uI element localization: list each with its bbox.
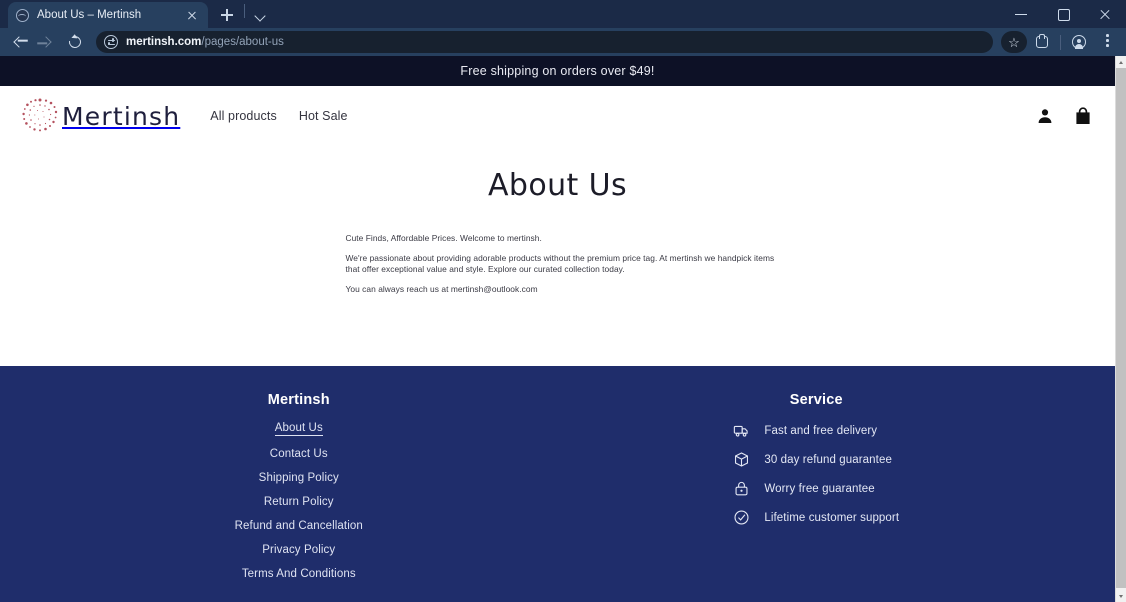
address-bar[interactable]: mertinsh.com/pages/about-us	[96, 31, 993, 53]
url-domain: mertinsh.com	[126, 36, 202, 48]
back-arrow-icon	[13, 36, 25, 48]
footer-link-refund-and-cancellation[interactable]: Refund and Cancellation	[235, 520, 363, 532]
footer-link-terms-and-conditions[interactable]: Terms And Conditions	[242, 568, 356, 580]
reload-icon	[66, 33, 84, 51]
service-label: Worry free guarantee	[764, 482, 875, 495]
scrollbar-thumb[interactable]	[1116, 68, 1126, 588]
about-body: Cute Finds, Affordable Prices. Welcome t…	[338, 233, 778, 295]
logo-text: Mertinsh	[62, 101, 181, 131]
forward-button[interactable]	[34, 29, 60, 55]
footer-brand-column: Mertinsh About Us Contact Us Shipping Po…	[40, 392, 558, 592]
package-icon	[733, 451, 750, 468]
nav-item-hot-sale[interactable]: Hot Sale	[299, 109, 348, 123]
truck-icon	[733, 422, 750, 439]
chevron-down-icon	[254, 10, 266, 22]
paragraph-intro: Cute Finds, Affordable Prices. Welcome t…	[345, 233, 542, 243]
footer-column-title: Mertinsh	[267, 392, 330, 408]
paragraph-mission: We're passionate about providing adorabl…	[345, 252, 775, 275]
lock-icon	[733, 480, 750, 497]
footer-column-title: Service	[789, 392, 843, 408]
service-item: Fast and free delivery	[733, 422, 899, 439]
header-icons	[1035, 106, 1093, 126]
reload-button[interactable]	[62, 29, 88, 55]
star-icon: ☆	[1008, 34, 1020, 50]
minimize-button[interactable]	[1000, 0, 1042, 28]
url-text: mertinsh.com/pages/about-us	[126, 36, 284, 48]
service-label: Lifetime customer support	[764, 511, 900, 524]
announcement-text: Free shipping on orders over $49!	[460, 64, 655, 78]
back-button[interactable]	[6, 29, 32, 55]
page-viewport: Free shipping on orders over $49! Mertin…	[0, 56, 1126, 602]
check-circle-icon	[733, 509, 750, 526]
globe-icon	[16, 8, 29, 22]
announcement-bar: Free shipping on orders over $49!	[0, 56, 1115, 86]
shopping-bag-icon[interactable]	[1073, 106, 1093, 126]
browser-menu-button[interactable]	[1094, 29, 1120, 55]
service-list: Fast and free delivery 30 day refund gua…	[733, 422, 899, 526]
footer-link-privacy-policy[interactable]: Privacy Policy	[262, 544, 335, 556]
footer-link-about-us[interactable]: About Us	[274, 422, 323, 436]
profile-button[interactable]	[1066, 29, 1092, 55]
footer-link-return-policy[interactable]: Return Policy	[264, 496, 334, 508]
page-title: About Us	[487, 168, 628, 203]
tab-strip: About Us – Mertinsh	[0, 0, 1126, 28]
main-navigation: All products Hot Sale	[210, 109, 347, 123]
main-content: About Us Cute Finds, Affordable Prices. …	[0, 146, 1115, 366]
tab-search-button[interactable]	[249, 2, 273, 28]
extensions-icon	[1036, 33, 1048, 48]
extensions-button[interactable]	[1029, 29, 1055, 55]
service-label: Fast and free delivery	[764, 424, 878, 437]
service-item: Worry free guarantee	[733, 480, 899, 497]
url-path: /pages/about-us	[201, 36, 284, 48]
paragraph-contact: You can always reach us at mertinsh@outl…	[345, 283, 538, 294]
profile-avatar-icon	[1072, 35, 1086, 49]
three-dot-menu-icon	[1106, 34, 1109, 50]
page-scrollbar[interactable]	[1115, 56, 1126, 602]
nav-item-all-products[interactable]: All products	[210, 109, 277, 123]
divider	[244, 4, 245, 18]
footer-link-shipping-policy[interactable]: Shipping Policy	[259, 472, 339, 484]
person-icon[interactable]	[1035, 106, 1055, 126]
browser-toolbar: mertinsh.com/pages/about-us ☆	[0, 28, 1126, 56]
close-icon[interactable]	[184, 7, 200, 23]
service-item: 30 day refund guarantee	[733, 451, 899, 468]
scroll-down-button[interactable]	[1116, 591, 1126, 602]
window-controls	[1000, 0, 1126, 28]
divider	[1060, 34, 1061, 50]
maximize-button[interactable]	[1042, 0, 1084, 28]
forward-arrow-icon	[40, 36, 52, 48]
browser-window: About Us – Mertinsh mertinsh.com/pages/a…	[0, 0, 1126, 602]
footer-link-contact-us[interactable]: Contact Us	[270, 448, 328, 460]
new-tab-button[interactable]	[214, 2, 240, 28]
logo-starburst-icon	[18, 94, 62, 138]
site-logo[interactable]: Mertinsh	[18, 94, 180, 138]
site-header: Mertinsh All products Hot Sale	[0, 86, 1115, 146]
footer-columns: Mertinsh About Us Contact Us Shipping Po…	[0, 392, 1115, 592]
window-close-button[interactable]	[1084, 0, 1126, 28]
tab-title: About Us – Mertinsh	[37, 9, 142, 21]
service-item: Lifetime customer support	[733, 509, 899, 526]
site-settings-icon[interactable]	[104, 35, 118, 49]
scroll-up-button[interactable]	[1116, 56, 1126, 67]
web-page: Free shipping on orders over $49! Mertin…	[0, 56, 1115, 602]
browser-tab[interactable]: About Us – Mertinsh	[8, 2, 208, 28]
site-footer: Mertinsh About Us Contact Us Shipping Po…	[0, 366, 1115, 602]
footer-service-column: Service Fast and free delivery 30 day re…	[558, 392, 1076, 592]
bookmark-button[interactable]: ☆	[1001, 31, 1027, 53]
service-label: 30 day refund guarantee	[764, 453, 892, 466]
